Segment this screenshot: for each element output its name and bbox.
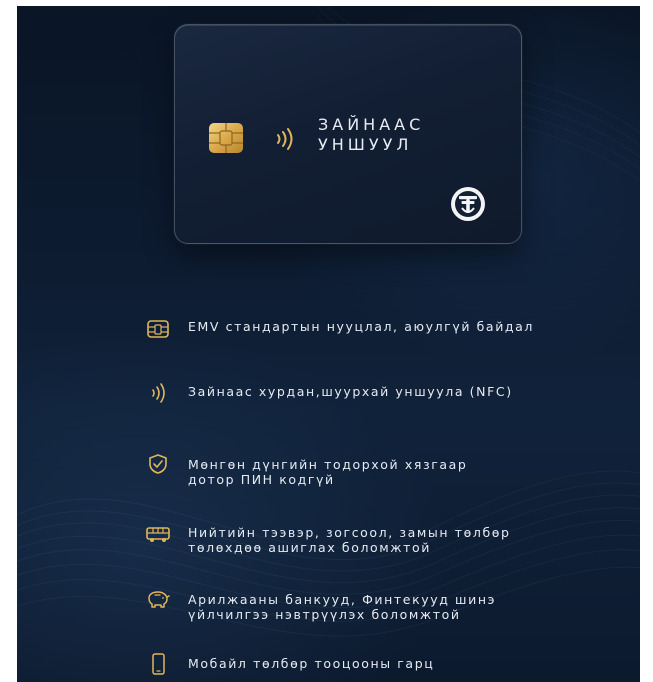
feature-text: Нийтийн тээвэр, зогсоол, замын төлбөр тө… <box>188 525 511 555</box>
feature-line: Нийтийн тээвэр, зогсоол, замын төлбөр <box>188 525 511 540</box>
feature-text: EMV стандартын нууцлал, аюулгүй байдал <box>188 319 534 334</box>
feature-text: Мобайл төлбөр тооцооны гарц <box>188 656 434 671</box>
feature-line: Зайнаас хурдан,шуурхай уншуула (NFC) <box>188 384 513 399</box>
promo-screen: ЗАЙНААС УНШУУЛ EMV стандартын нууцлал, а… <box>17 6 640 682</box>
feature-line: Мобайл төлбөр тооцооны гарц <box>188 656 435 671</box>
bus-icon <box>146 527 170 542</box>
feature-text: Арилжааны банкууд, Финтекууд шинэ үйлчил… <box>188 592 496 622</box>
feature-text: Мөнгөн дүнгийн тодорхой хязгаар дотор ПИ… <box>188 457 467 487</box>
card-title-line-2: УНШУУЛ <box>318 135 413 154</box>
feature-line: EMV стандартын нууцлал, аюулгүй байдал <box>188 319 535 334</box>
feature-line: төлөхдөө ашиглах боломжтой <box>188 540 432 555</box>
emv-chip-icon <box>209 123 243 153</box>
feature-line: Арилжааны банкууд, Финтекууд шинэ <box>188 592 497 607</box>
shield-check-icon <box>149 454 167 474</box>
piggy-bank-icon <box>148 591 170 608</box>
card-title-line-1: ЗАЙНААС <box>318 115 425 134</box>
contactless-icon <box>152 383 165 403</box>
mobile-phone-icon <box>152 653 165 675</box>
feature-line: дотор ПИН кодгүй <box>188 472 335 487</box>
contactless-card: ЗАЙНААС УНШУУЛ <box>174 24 522 244</box>
feature-text: Зайнаас хурдан,шуурхай уншуула (NFC) <box>188 384 513 399</box>
feature-line: үйлчилгээ нэвтрүүлэх боломжтой <box>188 607 461 622</box>
emv-chip-icon <box>147 320 169 338</box>
card-title: ЗАЙНААС УНШУУЛ <box>318 115 424 155</box>
contactless-icon <box>277 128 293 150</box>
bank-logo-icon <box>451 187 485 221</box>
feature-line: Мөнгөн дүнгийн тодорхой хязгаар <box>188 457 468 472</box>
